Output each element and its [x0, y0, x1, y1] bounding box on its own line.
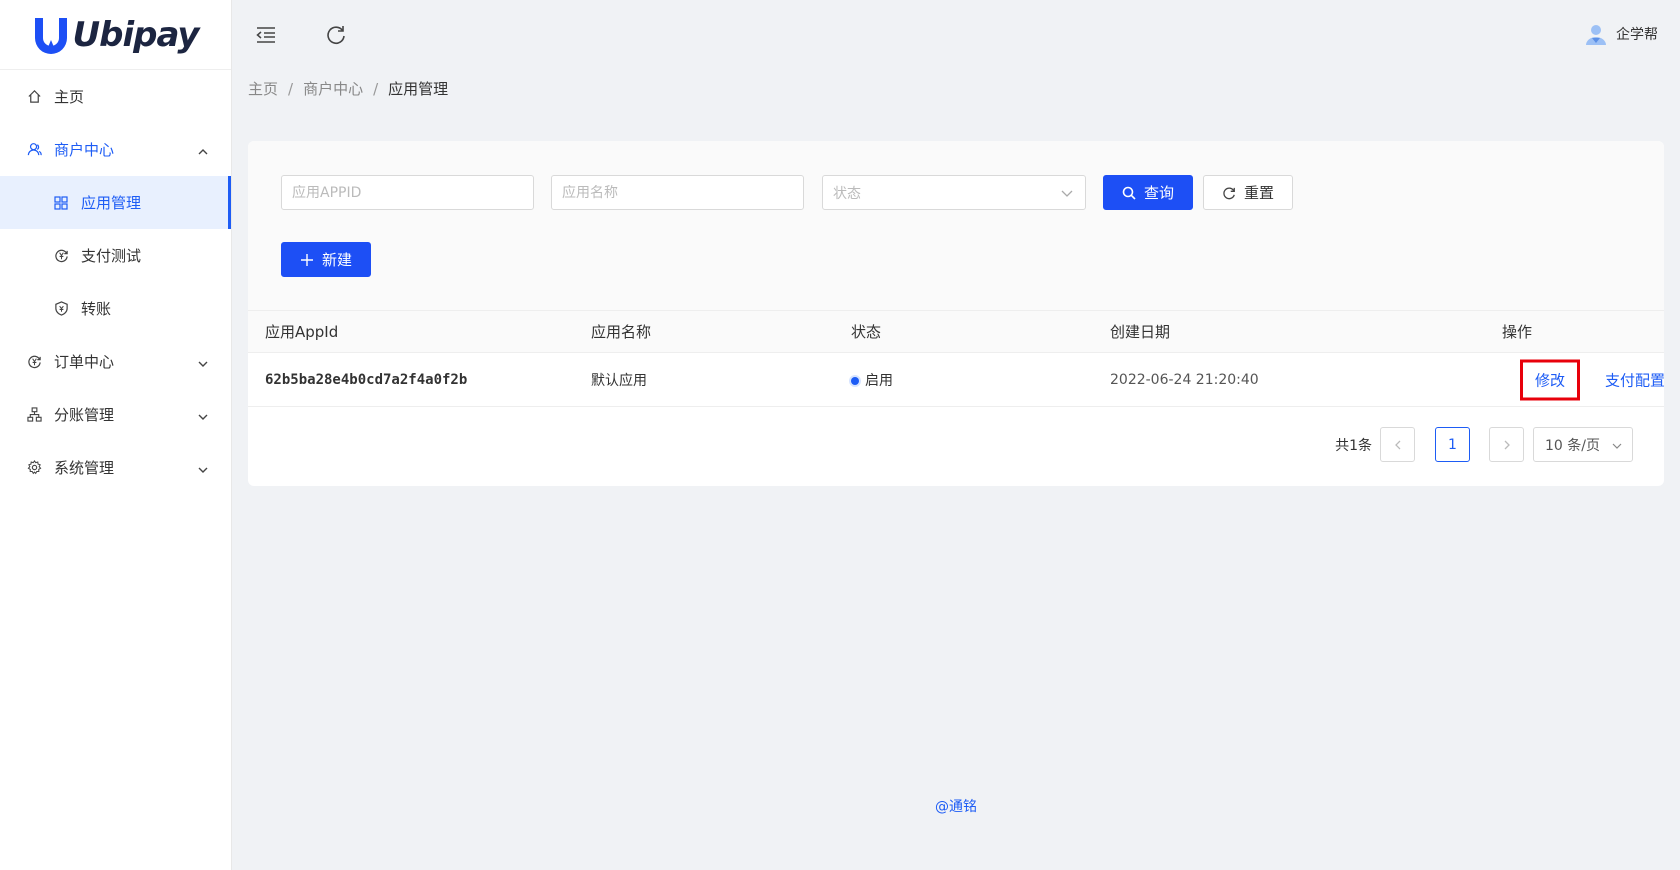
menu-collapse-icon[interactable]: [254, 23, 278, 47]
table-row: 62b5ba28e4b0cd7a2f4a0f2b 默认应用 启用 2022-06…: [248, 352, 1664, 407]
transfer-shield-icon: [53, 301, 69, 317]
breadcrumb-item-merchant-center[interactable]: 商户中心: [303, 80, 363, 98]
edit-link[interactable]: 修改: [1519, 359, 1581, 400]
payment-test-icon: [53, 248, 69, 264]
chevron-right-icon: [1504, 440, 1510, 449]
chevron-up-icon: [197, 144, 209, 156]
app-id-cell: 62b5ba28e4b0cd7a2f4a0f2b: [265, 371, 468, 388]
apps-grid-icon: [53, 195, 69, 211]
actions-cell: 修改 支付配置 更多: [1370, 352, 1664, 407]
pagination: 共1条 1 10 条/页: [1304, 427, 1664, 462]
filter-panel: 状态 查询 重置 新建: [248, 141, 1664, 310]
new-app-button[interactable]: 新建: [281, 242, 371, 277]
status-cell: 启用: [865, 372, 893, 389]
query-button-label: 查询: [1143, 184, 1174, 202]
logo[interactable]: Ubipay: [0, 0, 231, 70]
split-account-icon: [26, 407, 42, 423]
status-dot-icon: [851, 376, 859, 385]
total-count: 共1条: [1335, 438, 1372, 454]
sidebar-menu: 主页 商户中心 应用管理 支付测试 转账 订单中心 分账管理 系统管理: [0, 70, 231, 494]
app-name-input[interactable]: [562, 184, 793, 201]
chevron-down-icon: [197, 409, 209, 421]
footer: @通铭: [232, 796, 1680, 816]
query-button[interactable]: 查询: [1103, 175, 1193, 210]
sidebar-item-merchant-center[interactable]: 商户中心: [0, 123, 231, 176]
sidebar-item-home[interactable]: 主页: [0, 70, 231, 123]
column-header-app-name: 应用名称: [591, 310, 851, 353]
breadcrumb-item-app-management: 应用管理: [388, 80, 449, 98]
page-number-button[interactable]: 1: [1435, 427, 1470, 462]
plus-icon: [300, 253, 314, 267]
order-icon: [26, 354, 42, 370]
user-name: 企学帮: [1616, 27, 1658, 43]
sidebar-item-label: 分账管理: [54, 406, 115, 424]
appid-field[interactable]: [281, 175, 534, 210]
chevron-down-icon: [197, 462, 209, 474]
sidebar-item-system-management[interactable]: 系统管理: [0, 441, 231, 494]
sidebar-item-label: 主页: [54, 88, 85, 106]
top-bar: 企学帮: [232, 0, 1680, 70]
column-header-created-date: 创建日期: [1110, 310, 1370, 353]
reset-button[interactable]: 重置: [1203, 175, 1293, 210]
pay-config-link[interactable]: 支付配置: [1605, 369, 1664, 390]
table-header-row: 应用AppId 应用名称 状态 创建日期 操作: [248, 310, 1664, 353]
merchant-icon: [26, 142, 42, 158]
next-page-button[interactable]: [1489, 427, 1524, 462]
created-date-cell: 2022-06-24 21:20:40: [1110, 371, 1259, 388]
column-header-actions: 操作: [1370, 310, 1664, 353]
merchant-submenu: 应用管理 支付测试 转账: [0, 176, 231, 335]
page-size-label: 10 条/页: [1545, 437, 1600, 454]
sidebar-item-transfer[interactable]: 转账: [0, 282, 231, 335]
sidebar-item-order-center[interactable]: 订单中心: [0, 335, 231, 388]
settings-gear-icon: [26, 460, 42, 476]
reset-button-label: 重置: [1243, 184, 1274, 202]
brand-name: Ubipay: [72, 14, 200, 55]
breadcrumb-separator: /: [288, 80, 294, 98]
sidebar-item-app-management[interactable]: 应用管理: [0, 176, 231, 229]
sidebar-item-label: 支付测试: [81, 247, 142, 265]
sidebar-item-label: 商户中心: [54, 141, 115, 159]
app-name-field[interactable]: [551, 175, 804, 210]
app-name-cell: 默认应用: [591, 372, 647, 389]
chevron-down-icon: [197, 356, 209, 368]
refresh-icon[interactable]: [324, 23, 348, 47]
logo-mark-icon: [33, 16, 69, 54]
home-icon: [26, 89, 42, 105]
appid-input[interactable]: [292, 184, 523, 201]
sidebar-item-label: 订单中心: [54, 353, 115, 371]
new-app-button-label: 新建: [321, 251, 352, 269]
status-select[interactable]: 状态: [822, 175, 1086, 210]
chevron-down-icon: [1612, 439, 1622, 449]
user-menu[interactable]: 企学帮: [1584, 22, 1658, 46]
column-header-appid: 应用AppId: [248, 310, 591, 353]
sidebar: Ubipay 主页 商户中心 应用管理 支付测试 转账 订单中心 分账管理 系统…: [0, 0, 232, 870]
app-table: 应用AppId 应用名称 状态 创建日期 操作 62b5ba28e4b0cd7a…: [248, 310, 1664, 407]
sidebar-item-label: 应用管理: [81, 194, 142, 212]
chevron-left-icon: [1394, 440, 1400, 449]
sidebar-item-payment-test[interactable]: 支付测试: [0, 229, 231, 282]
page-size-select[interactable]: 10 条/页: [1533, 427, 1633, 462]
reset-icon: [1222, 186, 1236, 200]
prev-page-button[interactable]: [1380, 427, 1415, 462]
breadcrumb-separator: /: [373, 80, 379, 98]
status-select-placeholder: 状态: [833, 185, 861, 202]
breadcrumb-item-home[interactable]: 主页: [248, 80, 278, 98]
breadcrumb: 主页 / 商户中心 / 应用管理: [248, 78, 448, 99]
sidebar-item-split-account[interactable]: 分账管理: [0, 388, 231, 441]
sidebar-item-label: 转账: [81, 300, 112, 318]
chevron-down-icon: [1061, 187, 1073, 203]
app-management-card: 状态 查询 重置 新建 应用AppId: [248, 141, 1664, 486]
column-header-status: 状态: [851, 310, 1110, 353]
sidebar-item-label: 系统管理: [54, 459, 115, 477]
search-icon: [1122, 186, 1136, 200]
user-avatar-icon: [1584, 22, 1608, 46]
footer-text[interactable]: @通铭: [935, 799, 977, 815]
